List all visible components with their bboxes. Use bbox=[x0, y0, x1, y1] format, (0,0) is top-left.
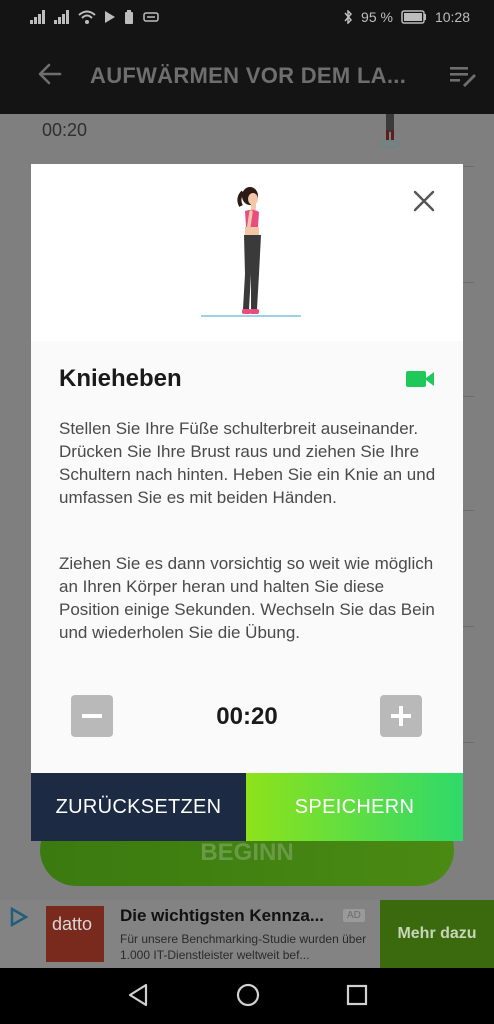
exercise-title: Knieheben bbox=[59, 365, 182, 392]
page-title: AUFWÄRMEN VOR DEM LA... bbox=[90, 63, 407, 88]
battery-percent: 95 % bbox=[361, 9, 393, 25]
close-icon[interactable] bbox=[411, 188, 437, 214]
clock: 10:28 bbox=[434, 9, 470, 25]
battery-icon bbox=[401, 10, 426, 24]
exercise-instructions-1: Stellen Sie Ihre Füße schulterbreit ause… bbox=[59, 419, 436, 507]
status-bar: 95 % 10:28 bbox=[0, 0, 494, 36]
exercise-instructions-2: Ziehen Sie es dann vorsichtig so weit wi… bbox=[59, 554, 435, 642]
video-camera-icon[interactable] bbox=[405, 368, 435, 390]
save-button[interactable]: SPEICHERN bbox=[246, 773, 463, 841]
wifi-icon bbox=[78, 10, 96, 24]
ad-badge: AD bbox=[343, 909, 365, 922]
signal-icon-2 bbox=[54, 10, 69, 24]
app-toolbar: AUFWÄRMEN VOR DEM LA... bbox=[0, 36, 494, 114]
exercise-illustration-area bbox=[31, 164, 463, 341]
minus-icon bbox=[82, 714, 102, 718]
play-store-icon bbox=[105, 11, 115, 23]
edit-list-icon[interactable] bbox=[448, 64, 478, 88]
home-nav-icon[interactable] bbox=[235, 982, 261, 1008]
back-nav-icon[interactable] bbox=[126, 982, 150, 1008]
ad-headline[interactable]: Die wichtigsten Kennza... bbox=[120, 906, 340, 926]
recents-nav-icon[interactable] bbox=[345, 982, 369, 1008]
duration-value: 00:20 bbox=[216, 703, 278, 730]
plus-icon-vertical bbox=[399, 706, 403, 726]
ad-cta-button[interactable]: Mehr dazu bbox=[380, 900, 494, 968]
exercise-detail-dialog: Knieheben Stellen Sie Ihre Füße schulter… bbox=[31, 164, 463, 841]
exercise-description-panel: Knieheben Stellen Sie Ihre Füße schulter… bbox=[31, 341, 463, 773]
list-item-duration: 00:20 bbox=[42, 120, 88, 140]
decrease-time-button[interactable] bbox=[71, 695, 113, 737]
reset-button[interactable]: ZURÜCKSETZEN bbox=[31, 773, 246, 841]
bluetooth-icon bbox=[344, 10, 353, 24]
back-arrow-icon[interactable] bbox=[36, 60, 64, 88]
exercise-thumbnail bbox=[379, 114, 401, 148]
increase-time-button[interactable] bbox=[380, 695, 422, 737]
signal-icon bbox=[30, 10, 45, 24]
exercise-illustration bbox=[201, 187, 301, 317]
ad-logo: datto bbox=[46, 906, 104, 962]
ad-choices-icon[interactable] bbox=[8, 906, 30, 928]
system-nav-bar bbox=[0, 968, 494, 1024]
usb-icon bbox=[143, 12, 159, 22]
battery-saver-icon bbox=[125, 10, 133, 24]
ad-banner[interactable]: datto Die wichtigsten Kennza... AD Für u… bbox=[0, 900, 494, 968]
ad-description: Für unsere Benchmarking-Studie wurden üb… bbox=[120, 932, 367, 962]
